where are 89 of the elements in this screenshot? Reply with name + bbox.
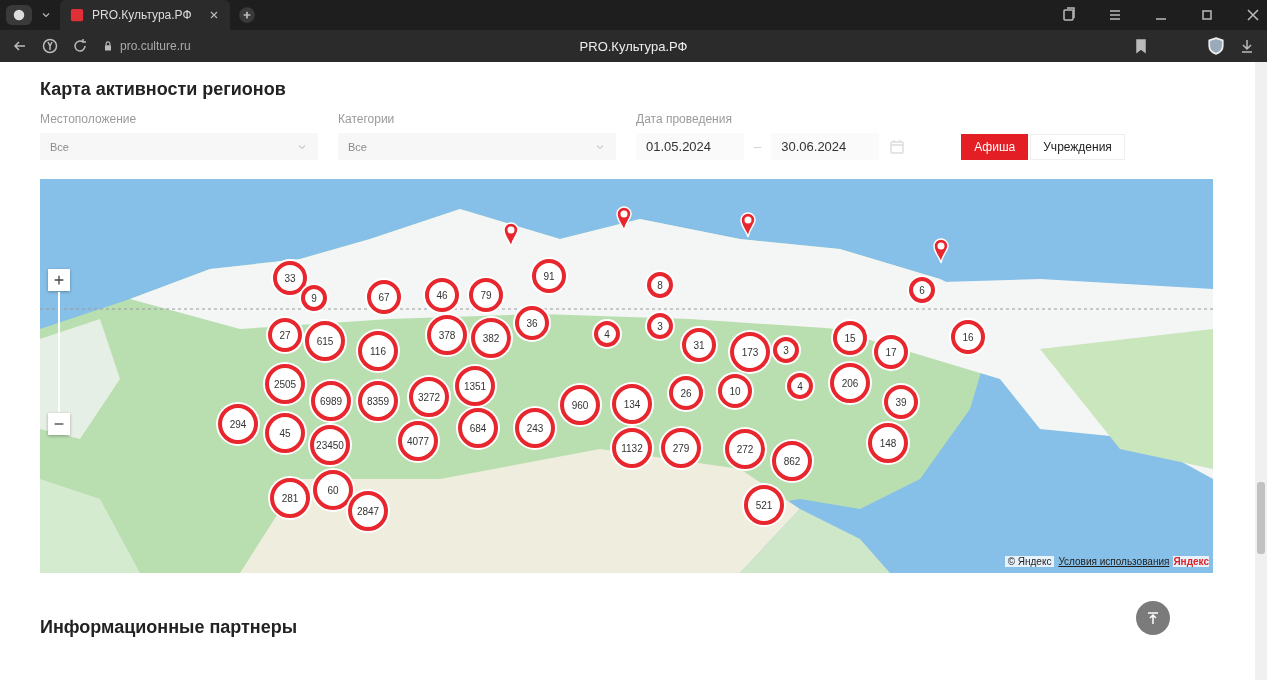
view-tab[interactable]: Учреждения [1030,134,1125,160]
menu-icon[interactable] [1107,7,1123,23]
cluster-marker[interactable]: 31 [682,328,716,362]
zoom-out-button[interactable] [48,413,70,435]
cluster-marker[interactable]: 243 [515,408,555,448]
cluster-marker[interactable]: 3272 [409,377,449,417]
cluster-marker[interactable]: 3 [647,313,673,339]
cluster-marker[interactable]: 8359 [358,381,398,421]
download-icon[interactable] [1239,38,1255,54]
date-separator: – [754,139,762,154]
map-pin-icon[interactable] [738,211,758,239]
profile-icon [12,8,26,22]
cluster-marker[interactable]: 36 [515,306,549,340]
cluster-marker[interactable]: 39 [884,385,918,419]
cluster-marker[interactable]: 9 [301,285,327,311]
collections-icon[interactable] [1061,7,1077,23]
cluster-marker[interactable]: 67 [367,280,401,314]
bookmark-icon[interactable] [1133,38,1149,54]
cluster-marker[interactable]: 8 [647,272,673,298]
cluster-marker[interactable]: 45 [265,413,305,453]
favicon-icon [70,8,84,22]
page-title: PRO.Культура.РФ [579,38,688,54]
cluster-marker[interactable]: 4 [594,321,620,347]
cluster-marker[interactable]: 382 [471,318,511,358]
cluster-marker[interactable]: 615 [305,321,345,361]
cluster-marker[interactable]: 4 [787,373,813,399]
cluster-marker[interactable]: 206 [830,363,870,403]
cluster-marker[interactable]: 15 [833,321,867,355]
address-field[interactable]: pro.culture.ru [120,39,191,53]
cluster-marker[interactable]: 3 [773,337,799,363]
cluster-marker[interactable]: 79 [469,278,503,312]
copyright-text: © Яндекс [1004,556,1055,567]
cluster-marker[interactable]: 378 [427,315,467,355]
cluster-marker[interactable]: 281 [270,478,310,518]
new-tab-icon[interactable] [238,6,256,24]
cluster-marker[interactable]: 134 [612,384,652,424]
shield-icon[interactable] [1207,37,1225,55]
cluster-marker[interactable]: 148 [868,423,908,463]
date-field[interactable]: 30.06.2024 [771,133,880,160]
map-pin-icon[interactable] [614,205,634,233]
cluster-marker[interactable]: 17 [874,335,908,369]
filter-label: Категории [338,112,396,126]
section-title: Информационные партнеры [40,617,298,638]
cluster-marker[interactable]: 16 [951,320,985,354]
cluster-marker[interactable]: 294 [218,404,258,444]
cluster-marker[interactable]: 91 [532,259,566,293]
cluster-marker[interactable]: 27 [268,318,302,352]
cluster-marker[interactable]: 116 [358,331,398,371]
date-field[interactable]: 01.05.2024 [636,133,744,160]
cluster-marker[interactable]: 6 [909,277,935,303]
arrow-up-icon [1145,609,1161,626]
cluster-marker[interactable]: 2505 [265,364,305,404]
filter-label: Дата проведения [636,112,733,126]
cluster-marker[interactable]: 521 [744,485,784,525]
profile-button[interactable] [6,5,32,25]
cluster-marker[interactable]: 6989 [311,381,351,421]
filter-label: Местоположение [40,112,138,126]
cluster-marker[interactable]: 2847 [348,491,388,531]
section-title: Карта активности регионов [40,79,287,101]
cluster-marker[interactable]: 1351 [455,366,495,406]
plus-icon [52,273,66,287]
cluster-marker[interactable]: 272 [725,429,765,469]
cluster-marker[interactable]: 684 [458,408,498,448]
cluster-marker[interactable]: 23450 [310,425,350,465]
cluster-marker[interactable]: 46 [425,278,459,312]
view-tab[interactable]: Афиша [961,134,1029,160]
cluster-marker[interactable]: 1132 [612,428,652,468]
cluster-marker[interactable]: 33 [273,261,307,295]
map-pin-icon[interactable] [931,237,951,265]
yandex-icon[interactable] [42,38,58,54]
zoom-in-button[interactable] [48,269,70,291]
cluster-marker[interactable]: 26 [669,376,703,410]
cluster-marker[interactable]: 4077 [398,421,438,461]
cluster-marker[interactable]: 173 [730,332,770,372]
cluster-marker[interactable]: 10 [718,374,752,408]
close-icon[interactable] [208,9,220,21]
scroll-top-button[interactable] [1136,600,1170,635]
cluster-marker[interactable]: 862 [772,441,812,481]
restore-icon[interactable] [1199,7,1215,23]
cluster-marker[interactable]: 960 [560,385,600,425]
close-icon[interactable] [1245,7,1261,23]
scrollbar-thumb[interactable] [1257,482,1265,554]
cluster-marker[interactable]: 279 [661,428,701,468]
map-pin-icon[interactable] [501,221,521,249]
yandex-logo: Яндекс [1173,556,1209,567]
browser-tab[interactable]: PRO.Культура.РФ [60,0,230,30]
reload-icon[interactable] [72,38,88,54]
terms-link[interactable]: Условия использования [1058,556,1170,567]
lock-icon [102,40,114,52]
